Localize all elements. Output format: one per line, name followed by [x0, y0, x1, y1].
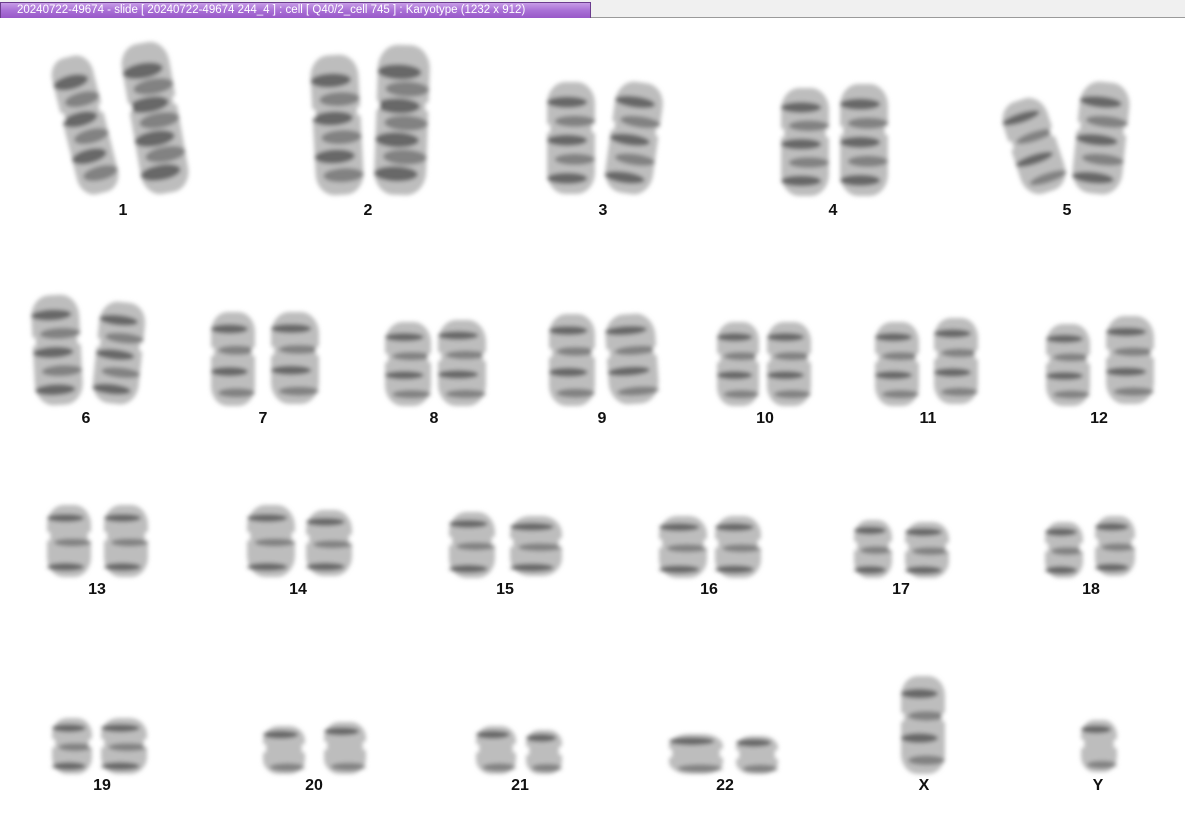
chromosome-1a	[51, 55, 119, 195]
chromosome-18a	[1043, 522, 1085, 578]
chromosome-12a	[1044, 324, 1092, 406]
chromosome-22b	[734, 736, 780, 774]
chromosome-3a	[545, 82, 597, 194]
chromosome-10a	[715, 322, 761, 406]
chromosome-18b	[1093, 516, 1137, 576]
chromosome-10b	[765, 322, 813, 406]
chromosome-label-13: 13	[88, 581, 106, 598]
chromosome-21b	[524, 730, 564, 774]
chromosome-label-1: 1	[118, 202, 128, 219]
chromosome-14b	[304, 510, 354, 576]
chromosome-label-19: 19	[93, 777, 111, 794]
chromosome-17a	[852, 520, 894, 578]
chromosome-5b	[1071, 81, 1130, 195]
chromosome-1b	[121, 41, 189, 195]
chromosome-label-4: 4	[828, 202, 838, 219]
chromosome-21a	[474, 726, 518, 774]
chromosome-label-17: 17	[892, 581, 910, 598]
chromosome-6b	[92, 301, 146, 405]
chromosome-label-2: 2	[363, 202, 373, 219]
chromosome-label-18: 18	[1082, 581, 1100, 598]
chromosome-label-5: 5	[1062, 202, 1072, 219]
chromosome-16b	[713, 516, 763, 578]
chromosome-6a	[30, 294, 83, 406]
chromosome-20b	[322, 722, 368, 774]
chromosome-label-8: 8	[429, 410, 439, 427]
chromosome-label-14: 14	[289, 581, 307, 598]
chromosome-label-16: 16	[700, 581, 718, 598]
chromosome-8a	[383, 322, 433, 406]
chromosome-label-15: 15	[496, 581, 514, 598]
chromosome-9b	[604, 313, 660, 405]
chromosome-label-7: 7	[258, 410, 268, 427]
chromosome-label-3: 3	[598, 202, 608, 219]
chromosome-7a	[209, 312, 257, 406]
chromosome-9a	[547, 314, 597, 406]
chromosome-11b	[932, 318, 980, 404]
chromosome-label-12: 12	[1090, 410, 1108, 427]
chromosome-label-x: X	[918, 777, 930, 794]
chromosome-19b	[99, 718, 149, 774]
chromosome-13b	[102, 505, 150, 577]
chromosome-15a	[447, 512, 497, 578]
karyotype-image	[30, 41, 1156, 774]
chromosome-2a	[310, 54, 364, 196]
chromosome-17b	[903, 522, 951, 578]
chromosome-label-6: 6	[81, 410, 91, 427]
chromosome-label-10: 10	[756, 410, 774, 427]
chromosome-7b	[269, 312, 321, 404]
chromosome-label-11: 11	[919, 410, 937, 427]
chromosome-4b	[838, 84, 890, 196]
chromosome-X	[899, 676, 947, 774]
chromosome-19a	[50, 718, 94, 774]
chromosome-4a	[779, 88, 831, 196]
chromosome-14a	[245, 505, 297, 577]
chromosome-20a	[261, 726, 307, 774]
chromosome-11a	[873, 322, 921, 406]
chromosome-label-20: 20	[305, 777, 323, 794]
chromosome-12b	[1104, 316, 1156, 404]
chromosome-2b	[374, 44, 431, 196]
chromosome-label-22: 22	[716, 777, 734, 794]
chromosome-Y	[1079, 720, 1119, 772]
chromosome-label-21: 21	[511, 777, 529, 794]
chromosome-13a	[45, 505, 93, 577]
chromosome-15b	[508, 516, 564, 576]
chromosome-5a	[1002, 97, 1067, 195]
chromosome-8b	[436, 320, 488, 406]
chromosome-22a	[667, 734, 725, 774]
chromosome-16a	[657, 516, 709, 578]
chromosome-label-9: 9	[597, 410, 607, 427]
chromosome-3b	[604, 81, 663, 195]
chromosome-label-y: Y	[1092, 777, 1104, 794]
